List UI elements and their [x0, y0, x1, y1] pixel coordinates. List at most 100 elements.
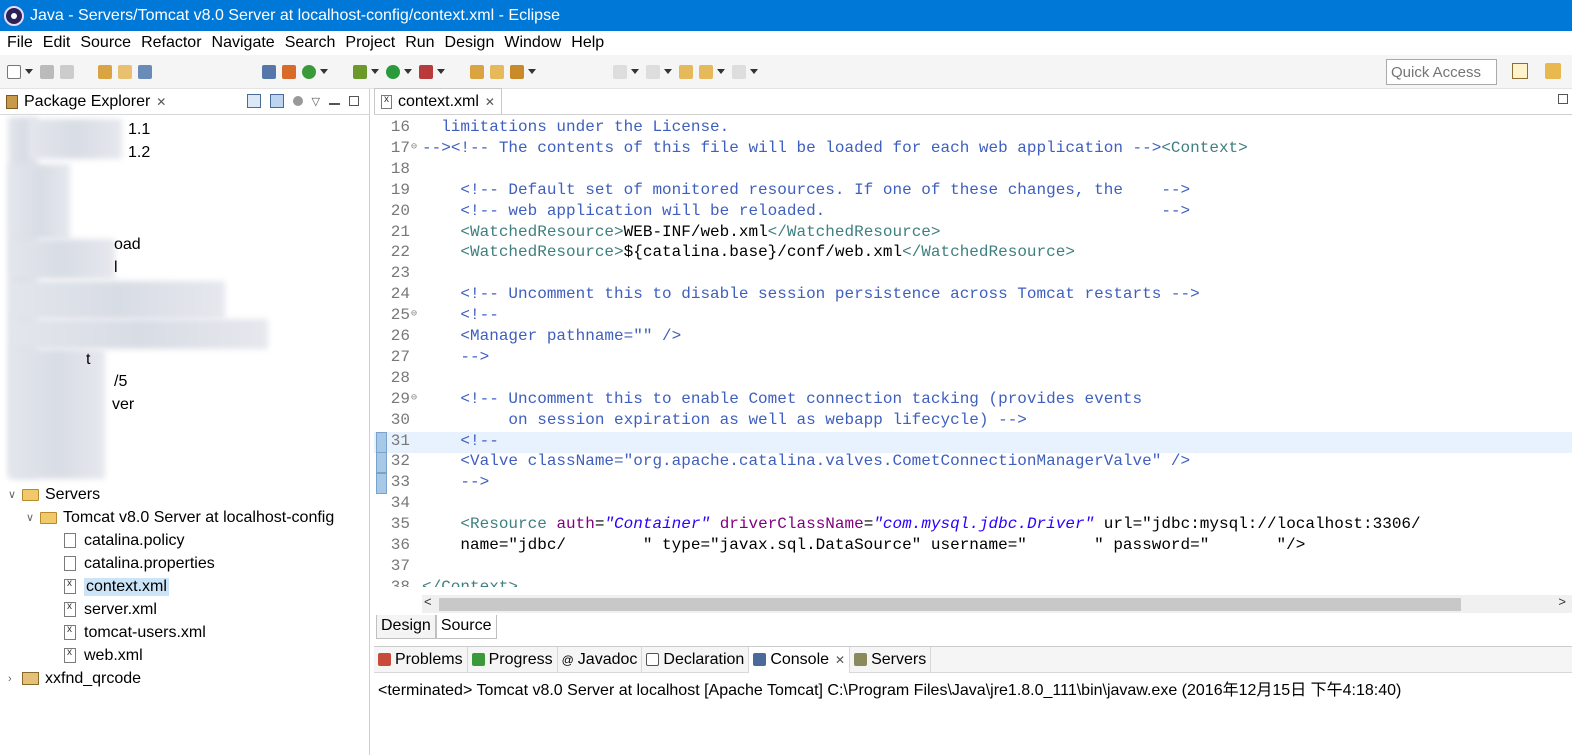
project-name-fragment[interactable]: 1.2 [128, 141, 150, 164]
menu-window[interactable]: Window [499, 34, 566, 52]
open-task-icon[interactable] [118, 64, 132, 79]
run-dropdown-icon[interactable] [404, 69, 412, 74]
tree-item-file[interactable]: server.xml [64, 598, 157, 621]
code-line[interactable]: 35 <Resource auth="Container" driverClas… [374, 515, 1572, 536]
code-line[interactable]: 38 </Context> [374, 578, 1572, 587]
menu-search[interactable]: Search [280, 34, 341, 52]
back-icon[interactable] [699, 64, 713, 79]
code-editor[interactable]: 16 limitations under the License. 17 ⊖ --><… [374, 115, 1572, 587]
next-annotation-dropdown-icon[interactable] [631, 69, 639, 74]
close-icon[interactable]: ✕ [835, 653, 845, 667]
menu-run[interactable]: Run [400, 34, 439, 52]
tree-item-file-selected[interactable]: context.xml [64, 575, 169, 598]
code-line[interactable]: 16 limitations under the License. [374, 118, 1572, 139]
console-view-icon[interactable] [138, 64, 152, 79]
open-perspective-icon[interactable] [1512, 63, 1528, 79]
tree-item-servers[interactable]: ∨ Servers [8, 483, 100, 506]
code-line[interactable]: 33 --> [374, 473, 1572, 495]
new-java-project-icon[interactable] [470, 64, 484, 79]
tab-problems[interactable]: Problems [374, 646, 468, 673]
code-line[interactable]: 25 ⊖ <!-- [374, 306, 1572, 327]
code-line[interactable]: 36 name="jdbc/ " type="javax.sql.DataSou… [374, 536, 1572, 557]
tab-servers[interactable]: Servers [850, 646, 932, 673]
project-name-fragment[interactable]: t [86, 348, 90, 371]
chevron-down-icon[interactable]: ∨ [8, 488, 22, 501]
refresh-icon[interactable] [302, 64, 316, 79]
tab-declaration[interactable]: Declaration [642, 646, 750, 673]
maximize-icon[interactable] [349, 96, 359, 106]
previous-annotation-dropdown-icon[interactable] [664, 69, 672, 74]
project-name-fragment[interactable]: /5 [114, 370, 127, 393]
new-icon[interactable] [7, 64, 21, 79]
project-name-fragment[interactable]: 1.1 [128, 118, 150, 141]
menu-navigate[interactable]: Navigate [207, 34, 280, 52]
menu-project[interactable]: Project [340, 34, 400, 52]
view-menu-icon[interactable]: ▽ [312, 95, 320, 108]
menu-source[interactable]: Source [75, 34, 136, 52]
menu-file[interactable]: File [2, 34, 38, 52]
fold-icon[interactable]: ⊖ [411, 141, 417, 153]
tree-item-file[interactable]: catalina.policy [64, 529, 185, 552]
forward-icon[interactable] [732, 64, 746, 79]
code-line[interactable]: 27 --> [374, 348, 1572, 369]
tab-package-explorer[interactable]: Package Explorer ✕ [0, 89, 172, 115]
save-icon[interactable] [40, 64, 54, 79]
java-perspective-icon[interactable] [1545, 63, 1561, 79]
code-line[interactable]: 19 <!-- Default set of monitored resourc… [374, 181, 1572, 202]
close-icon[interactable]: ✕ [485, 95, 495, 109]
scroll-right-icon[interactable]: > [1558, 594, 1566, 609]
new-package-icon[interactable] [490, 64, 504, 79]
last-edit-location-icon[interactable] [679, 64, 693, 79]
external-tools-dropdown-icon[interactable] [437, 69, 445, 74]
forward-dropdown-icon[interactable] [750, 69, 758, 74]
code-line[interactable]: 17 ⊖ --><!-- The contents of this file wil… [374, 139, 1572, 160]
external-tools-icon[interactable] [419, 64, 433, 79]
build-icon[interactable] [282, 64, 296, 79]
tree-item-file[interactable]: tomcat-users.xml [64, 621, 206, 644]
project-name-fragment[interactable]: oad [114, 233, 141, 256]
fold-icon[interactable]: ⊖ [411, 308, 417, 320]
tab-console[interactable]: Console ✕ [749, 646, 851, 673]
code-line[interactable]: 31 <!-- [374, 431, 1572, 453]
tab-javadoc[interactable]: @ Javadoc [558, 646, 643, 673]
tab-design[interactable]: Design [376, 615, 436, 639]
code-line[interactable]: 32 <Valve className="org.apache.catalina… [374, 452, 1572, 474]
code-line[interactable]: 18 [374, 160, 1572, 181]
fold-icon[interactable]: ⊖ [411, 392, 417, 404]
toggle-breakpoint-icon[interactable] [262, 64, 276, 79]
tree-item-tomcat-config[interactable]: ∨ Tomcat v8.0 Server at localhost-config [26, 506, 334, 529]
code-line[interactable]: 21 <WatchedResource>WEB-INF/web.xml</Wat… [374, 223, 1572, 244]
quick-access-input[interactable] [1386, 59, 1497, 85]
code-line[interactable]: 22 <WatchedResource>${catalina.base}/con… [374, 243, 1572, 264]
filter-icon[interactable] [292, 96, 303, 106]
project-name-fragment[interactable]: ver [112, 393, 134, 416]
next-annotation-icon[interactable] [613, 64, 627, 79]
back-dropdown-icon[interactable] [717, 69, 725, 74]
code-line[interactable]: 34 [374, 494, 1572, 515]
scrollbar-thumb[interactable] [439, 598, 1461, 611]
menu-help[interactable]: Help [566, 34, 609, 52]
tree-item-file[interactable]: web.xml [64, 644, 143, 667]
tab-context-xml[interactable]: context.xml ✕ [374, 88, 502, 114]
open-type-icon[interactable] [98, 64, 112, 79]
project-name-fragment[interactable]: l [114, 256, 118, 279]
new-dropdown-icon[interactable] [25, 69, 33, 74]
collapse-all-icon[interactable] [246, 94, 261, 108]
code-line[interactable]: 28 [374, 369, 1572, 390]
link-with-editor-icon[interactable] [269, 94, 284, 108]
new-class-dropdown-icon[interactable] [528, 69, 536, 74]
maximize-icon[interactable] [1558, 94, 1568, 104]
code-line[interactable]: 23 [374, 264, 1572, 285]
tree-item-project[interactable]: › xxfnd_qrcode [8, 667, 141, 690]
code-line[interactable]: 26 <Manager pathname="" /> [374, 327, 1572, 348]
save-all-icon[interactable] [60, 64, 74, 79]
run-icon[interactable] [386, 64, 400, 79]
tab-source[interactable]: Source [435, 615, 497, 639]
tree-item-file[interactable]: catalina.properties [64, 552, 215, 575]
code-line[interactable]: 37 [374, 557, 1572, 578]
close-icon[interactable]: ✕ [156, 95, 166, 109]
menu-edit[interactable]: Edit [38, 34, 76, 52]
horizontal-scrollbar[interactable]: < > [422, 594, 1572, 613]
menu-design[interactable]: Design [440, 34, 500, 52]
menu-refactor[interactable]: Refactor [136, 34, 206, 52]
